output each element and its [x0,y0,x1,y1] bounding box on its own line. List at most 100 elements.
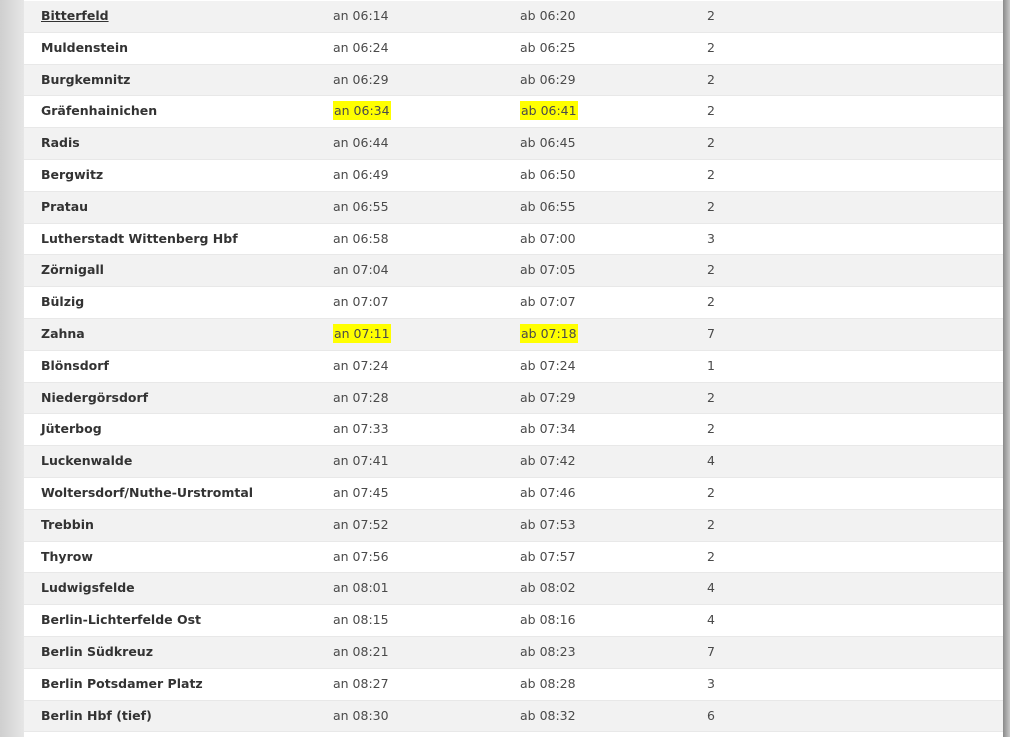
table-row: Berlin Gesundbrunnen an 08:37 ab 08:39 9 [24,732,1003,737]
arrival-time: an 08:15 [333,612,389,628]
platform-number: 4 [707,580,715,596]
departure-cell: ab 06:25 [520,33,576,63]
departure-cell: ab 07:57 [520,542,576,572]
timetable-panel: Bitterfeld an 06:14 ab 06:20 2 Muldenstein an… [24,0,1003,737]
departure-time: ab 07:57 [520,548,576,564]
arrival-time: an 06:58 [333,230,389,246]
arrival-cell: an 07:24 [333,351,389,381]
departure-time: ab 07:29 [520,389,576,405]
departure-cell: ab 06:45 [520,128,576,158]
arrival-cell: an 07:52 [333,510,389,540]
station-name: Jüterbog [41,421,102,437]
platform-number: 4 [707,453,715,469]
arrival-cell: an 08:15 [333,605,389,635]
station-name: Berlin Potsdamer Platz [41,675,203,691]
departure-time: ab 06:25 [520,39,576,55]
arrival-time: an 07:41 [333,453,389,469]
departure-cell: ab 07:53 [520,510,576,540]
departure-time: ab 06:45 [520,135,576,151]
departure-time: ab 07:53 [520,516,576,532]
departure-time: ab 08:23 [520,643,576,659]
station-name: Woltersdorf/Nuthe-Urstromtal [41,484,254,500]
table-row: Lutherstadt Wittenberg Hbf an 06:58 ab 07:… [24,223,1003,256]
departure-time: ab 06:55 [520,198,576,214]
platform-number: 7 [707,325,715,341]
table-row: Berlin Potsdamer Platz an 08:27 ab 08:28 3 [24,668,1003,701]
departure-time: ab 06:29 [520,71,576,87]
departure-time: ab 07:46 [520,484,576,500]
departure-cell: ab 07:24 [520,351,576,381]
station-name: Radis [41,135,80,151]
departure-cell: ab 08:28 [520,669,576,699]
arrival-cell: an 08:27 [333,669,389,699]
station-name: Zörnigall [41,262,104,278]
platform-number: 7 [707,643,715,659]
platform-number: 2 [707,166,715,182]
table-row: Blönsdorf an 07:24 ab 07:24 1 [24,350,1003,383]
departure-time: ab 07:05 [520,262,576,278]
table-row: Bergwitz an 06:49 ab 06:50 2 [24,159,1003,192]
station-name: Bülzig [41,294,85,310]
station-name: Gräfenhainichen [41,103,158,119]
table-row: Trebbin an 07:52 ab 07:53 2 [24,509,1003,542]
station-name: Zahna [41,325,85,341]
platform-number: 2 [707,198,715,214]
table-row: Niedergörsdorf an 07:28 ab 07:29 2 [24,382,1003,415]
departure-time: ab 08:28 [520,675,576,691]
departure-cell: ab 06:50 [520,160,576,190]
arrival-time: an 06:29 [333,71,389,87]
arrival-time: an 06:44 [333,135,389,151]
platform-number: 2 [707,294,715,310]
departure-cell: ab 07:18 [520,319,578,349]
platform-number: 3 [707,230,715,246]
station-name: Blönsdorf [41,357,109,373]
arrival-time: an 07:24 [333,357,389,373]
arrival-time: an 08:27 [333,675,389,691]
arrival-cell: an 07:56 [333,542,389,572]
station-name: Ludwigsfelde [41,580,135,596]
stops-table: Bitterfeld an 06:14 ab 06:20 2 Muldenstein an… [24,1,1003,737]
arrival-cell: an 06:49 [333,160,389,190]
arrival-time: an 08:30 [333,707,389,723]
table-row: Woltersdorf/Nuthe-Urstromtal an 07:45 ab 0… [24,477,1003,510]
arrival-time: an 07:28 [333,389,389,405]
arrival-time: an 07:33 [333,421,389,437]
arrival-cell: an 07:45 [333,478,389,508]
departure-time: ab 06:20 [520,8,576,23]
table-row: Luckenwalde an 07:41 ab 07:42 4 [24,446,1003,478]
departure-cell: ab 06:55 [520,192,576,222]
arrival-cell: an 06:44 [333,128,389,158]
departure-cell: ab 08:39 [520,732,576,737]
departure-cell: ab 07:46 [520,478,576,508]
arrival-time: an 08:21 [333,643,389,659]
arrival-time: an 07:52 [333,516,389,532]
table-row: Berlin Südkreuz an 08:21 ab 08:23 7 [24,636,1003,669]
arrival-time: an 07:07 [333,294,389,310]
departure-time: ab 08:02 [520,580,576,596]
table-row: Zahna an 07:11 ab 07:18 7 [24,318,1003,351]
arrival-cell: an 06:14 [333,1,389,31]
station-name: Muldenstein [41,39,129,55]
station-name: Pratau [41,198,89,214]
page-right-shadow [1003,0,1010,737]
arrival-cell: an 07:04 [333,255,389,285]
arrival-cell: an 08:30 [333,701,389,731]
platform-number: 2 [707,8,715,23]
arrival-cell: an 08:01 [333,573,389,603]
platform-number: 2 [707,71,715,87]
station-name: Luckenwalde [41,453,133,469]
table-row: Berlin Hbf (tief) an 08:30 ab 08:32 6 [24,700,1003,733]
arrival-cell: an 06:29 [333,65,389,95]
departure-time: ab 08:16 [520,612,576,628]
arrival-cell: an 08:21 [333,637,389,667]
arrival-time: an 07:04 [333,262,389,278]
station-name: Berlin-Lichterfelde Ost [41,612,202,628]
platform-number: 2 [707,135,715,151]
table-row: Pratau an 06:55 ab 06:55 2 [24,191,1003,224]
departure-cell: ab 07:29 [520,383,576,413]
station-name: Niedergörsdorf [41,389,149,405]
station-name: Trebbin [41,516,94,532]
station-link[interactable]: Bitterfeld [41,1,109,31]
arrival-cell: an 08:37 [333,732,389,737]
departure-cell: ab 08:32 [520,701,576,731]
